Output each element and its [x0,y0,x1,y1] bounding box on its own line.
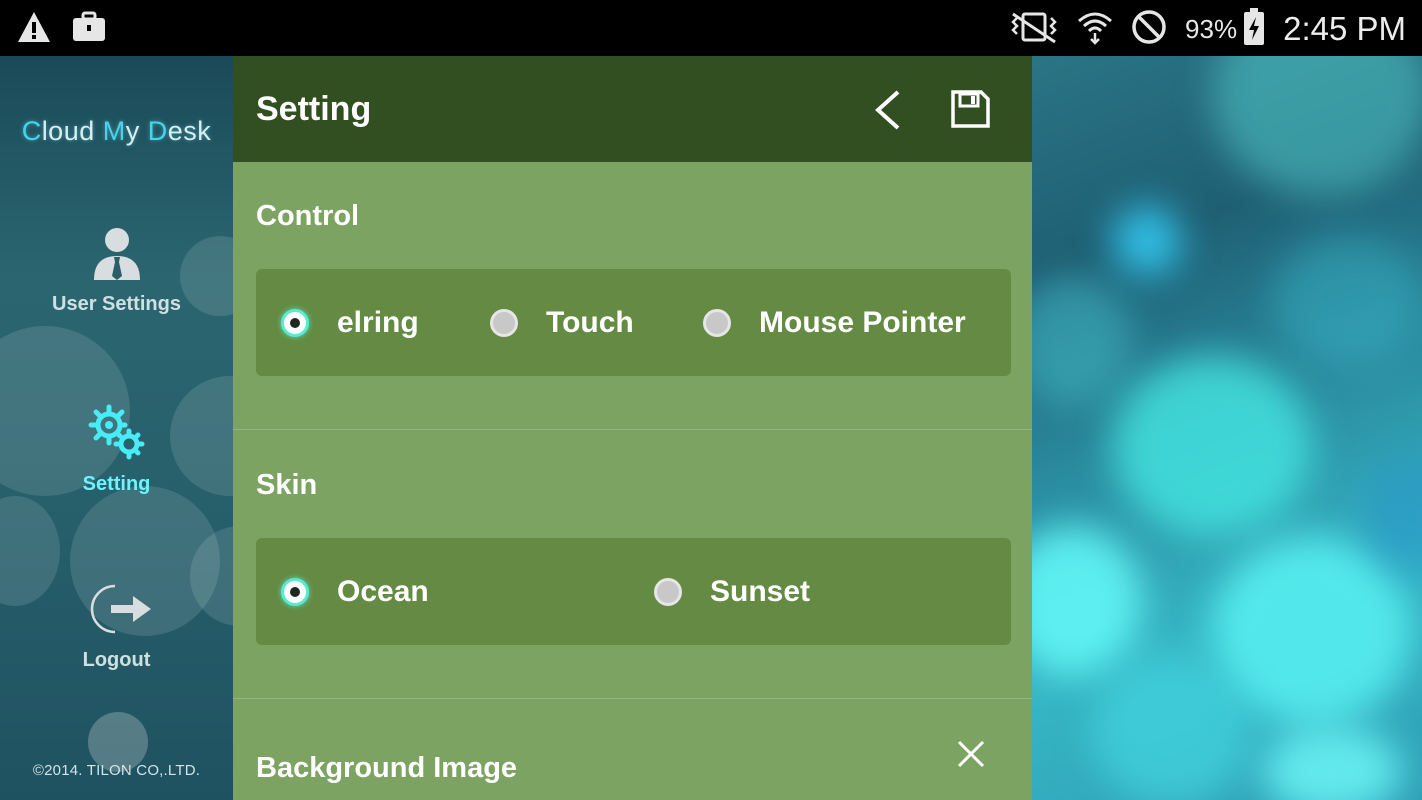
battery-charging-icon [1243,7,1265,51]
radio-button[interactable] [490,309,518,337]
bokeh-decoration [1032,526,1142,676]
sidebar: Cloud My Desk User Settings Setting Logo… [0,56,233,800]
do-not-disturb-icon [1131,9,1167,50]
control-options: elring Touch Mouse Pointer [256,269,1011,376]
radio-label: Mouse Pointer [759,306,966,339]
bokeh-decoration [1272,236,1422,366]
bokeh-decoration [1112,206,1182,276]
skin-options: Ocean Sunset [256,538,1011,645]
radio-button[interactable] [654,578,682,606]
back-icon [864,90,912,140]
sidebar-item-logout[interactable]: Logout [0,580,233,672]
background-image-section-title: Background Image [256,752,518,784]
clear-background-button[interactable] [955,738,987,770]
radio-option-elring[interactable]: elring [281,305,419,341]
control-section-title: Control [256,200,360,232]
back-button[interactable] [864,84,912,136]
close-icon [955,740,987,774]
sidebar-item-user-settings[interactable]: User Settings [0,226,233,316]
clock: 2:45 PM [1283,10,1406,47]
sidebar-item-label: User Settings [52,293,181,315]
settings-panel: Setting Control elring Touch Mouse Point… [233,56,1032,800]
radio-option-ocean[interactable]: Ocean [281,574,429,610]
bokeh-decoration [1262,726,1402,800]
radio-button-selected[interactable] [281,309,309,337]
page-title: Setting [256,90,372,128]
radio-label: Sunset [710,575,811,608]
gears-icon [87,404,147,466]
radio-label: Touch [546,306,634,339]
radio-option-mouse-pointer[interactable]: Mouse Pointer [703,305,966,341]
logout-icon [79,584,155,642]
section-divider [233,698,1032,699]
battery-percent: 93% [1185,13,1238,44]
save-button[interactable] [946,84,994,136]
warning-icon [16,10,52,49]
wifi-icon [1077,9,1113,50]
save-icon [946,90,994,140]
bokeh-decoration [1212,56,1422,196]
sidebar-item-setting[interactable]: Setting [0,404,233,496]
desktop-background [1032,56,1422,800]
user-icon [92,228,142,286]
bokeh-decoration [1092,656,1252,800]
panel-header: Setting [233,56,1032,162]
radio-label: elring [337,306,419,339]
app-logo: Cloud My Desk [21,116,212,146]
section-divider [233,429,1032,430]
vibrate-mute-icon [1009,10,1059,49]
radio-button-selected[interactable] [281,578,309,606]
radio-option-sunset[interactable]: Sunset [654,574,810,610]
radio-label: Ocean [337,575,429,608]
briefcase-icon [72,11,106,48]
radio-button[interactable] [703,309,731,337]
skin-section-title: Skin [256,469,318,501]
sidebar-item-label: Setting [82,473,151,495]
bokeh-decoration [1112,356,1312,536]
copyright-text: ©2014. TILON CO,.LTD. [32,762,201,779]
sidebar-item-label: Logout [82,649,151,671]
status-bar: 93% 2:45 PM [0,0,1422,56]
bokeh-decoration [1032,276,1132,406]
radio-option-touch[interactable]: Touch [490,305,634,341]
